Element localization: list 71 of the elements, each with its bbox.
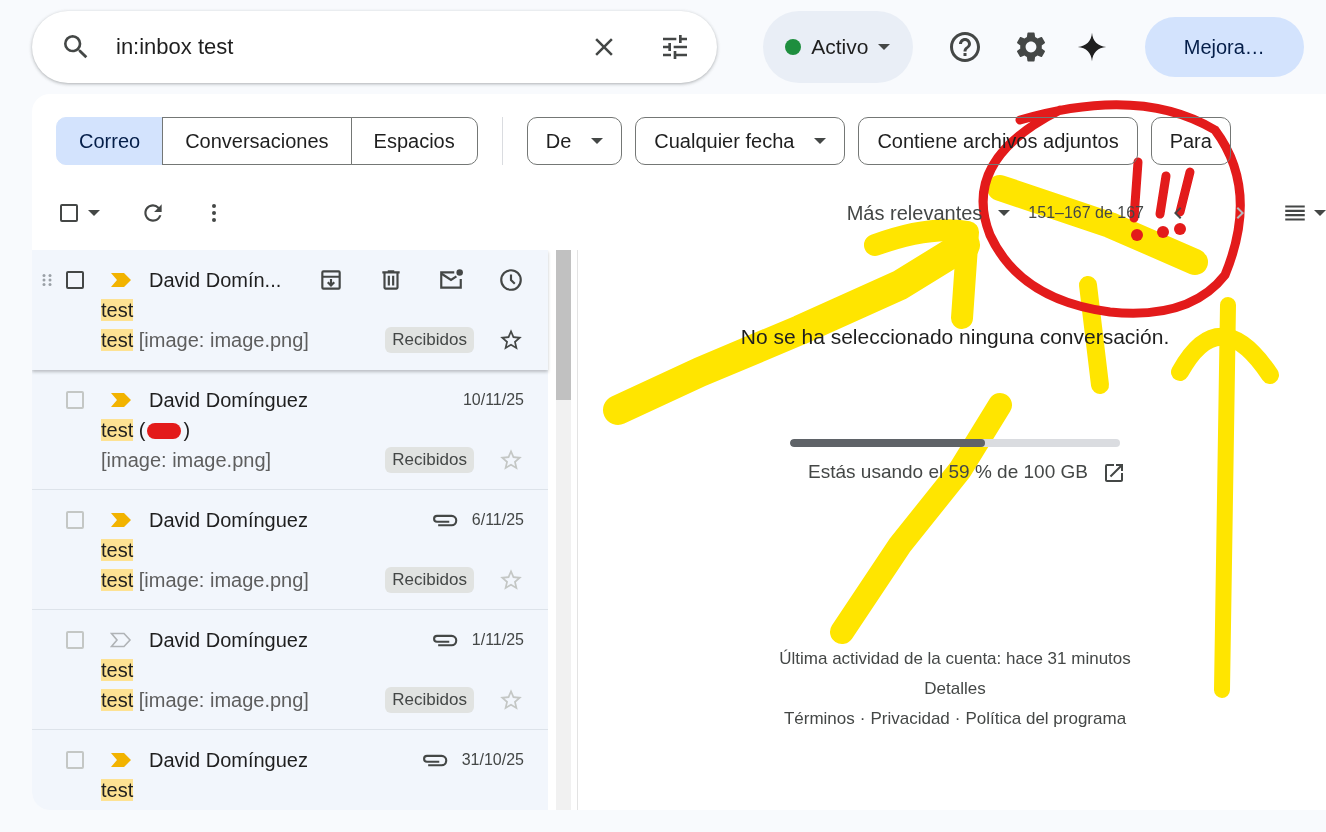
footer-link[interactable]: Política del programa [965,709,1127,729]
label-tag[interactable]: Recibidos [385,327,474,353]
message-date: 6/11/25 [471,511,524,529]
last-activity-text: Última actividad de la cuenta: hace 31 minutos [779,649,1131,669]
more-icon [212,204,216,222]
message-row[interactable]: David Domín... test test [image: image.png] Recibidos [32,250,548,370]
filter-chip[interactable]: De [526,117,623,165]
message-date: 10/11/25 [462,391,524,409]
separator-dot: · [954,709,961,729]
archive-button[interactable] [318,267,344,293]
message-row[interactable]: David Domínguez 6/11/25 test test [image: image.png] Recibidos [32,490,548,610]
caret-icon [998,210,1011,216]
message-subject: test [101,298,134,322]
importance-marker-icon[interactable] [110,272,132,288]
clock-icon [498,267,524,293]
label-tag[interactable]: Recibidos [385,567,474,593]
caret-icon[interactable] [88,210,100,216]
search-field[interactable]: in:inbox test [116,34,589,60]
sender-name: David Domínguez [149,628,308,652]
view-tab[interactable]: Espacios [350,117,478,165]
star-icon[interactable] [498,327,524,353]
caret-icon [878,44,891,50]
footer-link[interactable]: Términos [783,709,855,729]
view-tab[interactable]: Correo [56,117,164,165]
message-subject: test ( ) [101,418,191,442]
footer-link[interactable]: Privacidad [870,709,950,729]
importance-marker-icon[interactable] [110,632,132,648]
caret-icon [591,138,604,144]
upgrade-button[interactable]: Mejora… [1144,17,1304,77]
open-external-icon [1102,461,1126,485]
star-icon[interactable] [498,567,524,593]
sender-name: David Domín... [149,268,282,292]
label-tag[interactable]: Recibidos [385,687,474,713]
star-icon[interactable] [498,687,524,713]
open-storage-link[interactable] [1102,461,1126,485]
message-checkbox[interactable] [66,271,84,289]
select-all-checkbox[interactable] [60,204,78,222]
message-subject: test [101,538,134,562]
importance-marker-icon[interactable] [110,392,132,408]
archive-icon [318,267,344,293]
sender-name: David Domínguez [149,388,308,412]
clock-button[interactable] [498,267,524,293]
message-row[interactable]: David Domínguez 1/11/25 test test [image: image.png] Recibidos [32,610,548,730]
message-row[interactable]: David Domínguez 31/10/25 test [32,730,548,810]
filter-chip[interactable]: Cualquier fecha [635,117,846,165]
separator-dot: · [859,709,866,729]
message-row[interactable]: David Domínguez 10/11/25 test ( ) [image: image.png] Recibidos [32,370,548,490]
scrollbar-thumb[interactable] [556,250,572,400]
filter-chip[interactable]: Para [1150,117,1231,165]
status-button[interactable]: Activo [762,11,913,83]
message-subject: test [101,658,134,682]
message-date: 1/11/25 [471,631,524,649]
storage-text: Estás usando el 59 % de 100 GB [808,460,1088,484]
message-snippet: test [image: image.png] [101,328,309,352]
more-button[interactable] [212,204,216,222]
sender-name: David Domínguez [149,748,308,772]
status-dot-icon [785,39,802,55]
label-tag[interactable]: Recibidos [385,447,474,473]
caret-icon [814,138,827,144]
view-tab[interactable]: Conversaciones [162,117,352,165]
message-snippet: [image: image.png] [101,448,272,472]
message-date: 31/10/25 [461,751,524,769]
caret-icon [1314,210,1326,216]
importance-marker-icon[interactable] [110,752,132,768]
star-icon[interactable] [498,447,524,473]
message-snippet: test [image: image.png] [101,688,309,712]
message-subject: test [101,778,134,802]
importance-marker-icon[interactable] [110,512,132,528]
details-link[interactable]: Detalles [924,679,986,699]
sender-name: David Domínguez [149,508,308,532]
message-snippet: test [image: image.png] [101,568,309,592]
